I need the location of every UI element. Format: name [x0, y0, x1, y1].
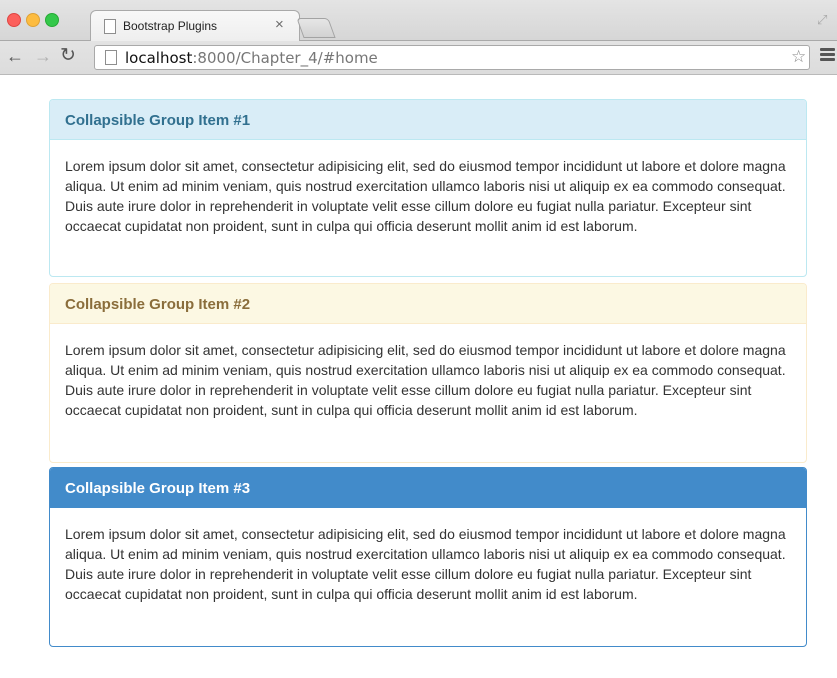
fullscreen-icon[interactable]: ⤢ — [817, 12, 827, 28]
accordion-panel-2: Collapsible Group Item #2 Lorem ipsum do… — [49, 283, 807, 463]
star-icon[interactable]: ☆ — [791, 47, 806, 67]
tab-close-icon[interactable]: × — [275, 16, 284, 33]
reload-icon[interactable]: ↻ — [60, 46, 76, 65]
maximize-window-button[interactable] — [45, 13, 59, 27]
forward-arrow-icon[interactable]: → — [34, 47, 52, 65]
menu-icon[interactable] — [820, 48, 835, 63]
address-bar[interactable]: localhost:8000/Chapter_4/#home ☆ — [94, 45, 810, 70]
new-tab-button[interactable] — [296, 18, 336, 38]
navigation-bar: ← → ↻ localhost:8000/Chapter_4/#home ☆ — [0, 41, 837, 74]
panel-body-3: Lorem ipsum dolor sit amet, consectetur … — [65, 526, 786, 602]
panel-heading-2[interactable]: Collapsible Group Item #2 — [50, 284, 806, 324]
accordion-panel-1: Collapsible Group Item #1 Lorem ipsum do… — [49, 99, 807, 277]
url-path: :8000/Chapter_4/#home — [192, 49, 378, 67]
close-window-button[interactable] — [7, 13, 21, 27]
url-host: localhost — [125, 49, 193, 67]
browser-chrome: Bootstrap Plugins × ⤢ ← → ↻ localhost:80… — [0, 0, 837, 75]
browser-tab[interactable]: Bootstrap Plugins × — [90, 10, 300, 41]
tab-title: Bootstrap Plugins — [123, 19, 218, 33]
accordion-panel-3: Collapsible Group Item #3 Lorem ipsum do… — [49, 467, 807, 647]
page-icon — [105, 50, 117, 65]
page-icon — [104, 19, 116, 34]
panel-body-2: Lorem ipsum dolor sit amet, consectetur … — [65, 342, 786, 418]
tab-strip: Bootstrap Plugins × ⤢ — [0, 0, 837, 41]
page-content: Collapsible Group Item #1 Lorem ipsum do… — [0, 75, 837, 678]
panel-heading-1[interactable]: Collapsible Group Item #1 — [50, 100, 806, 140]
panel-body-1: Lorem ipsum dolor sit amet, consectetur … — [65, 158, 786, 234]
panel-heading-3[interactable]: Collapsible Group Item #3 — [50, 468, 806, 508]
minimize-window-button[interactable] — [26, 13, 40, 27]
back-arrow-icon[interactable]: ← — [6, 47, 24, 65]
url-text[interactable]: localhost:8000/Chapter_4/#home — [125, 49, 378, 67]
